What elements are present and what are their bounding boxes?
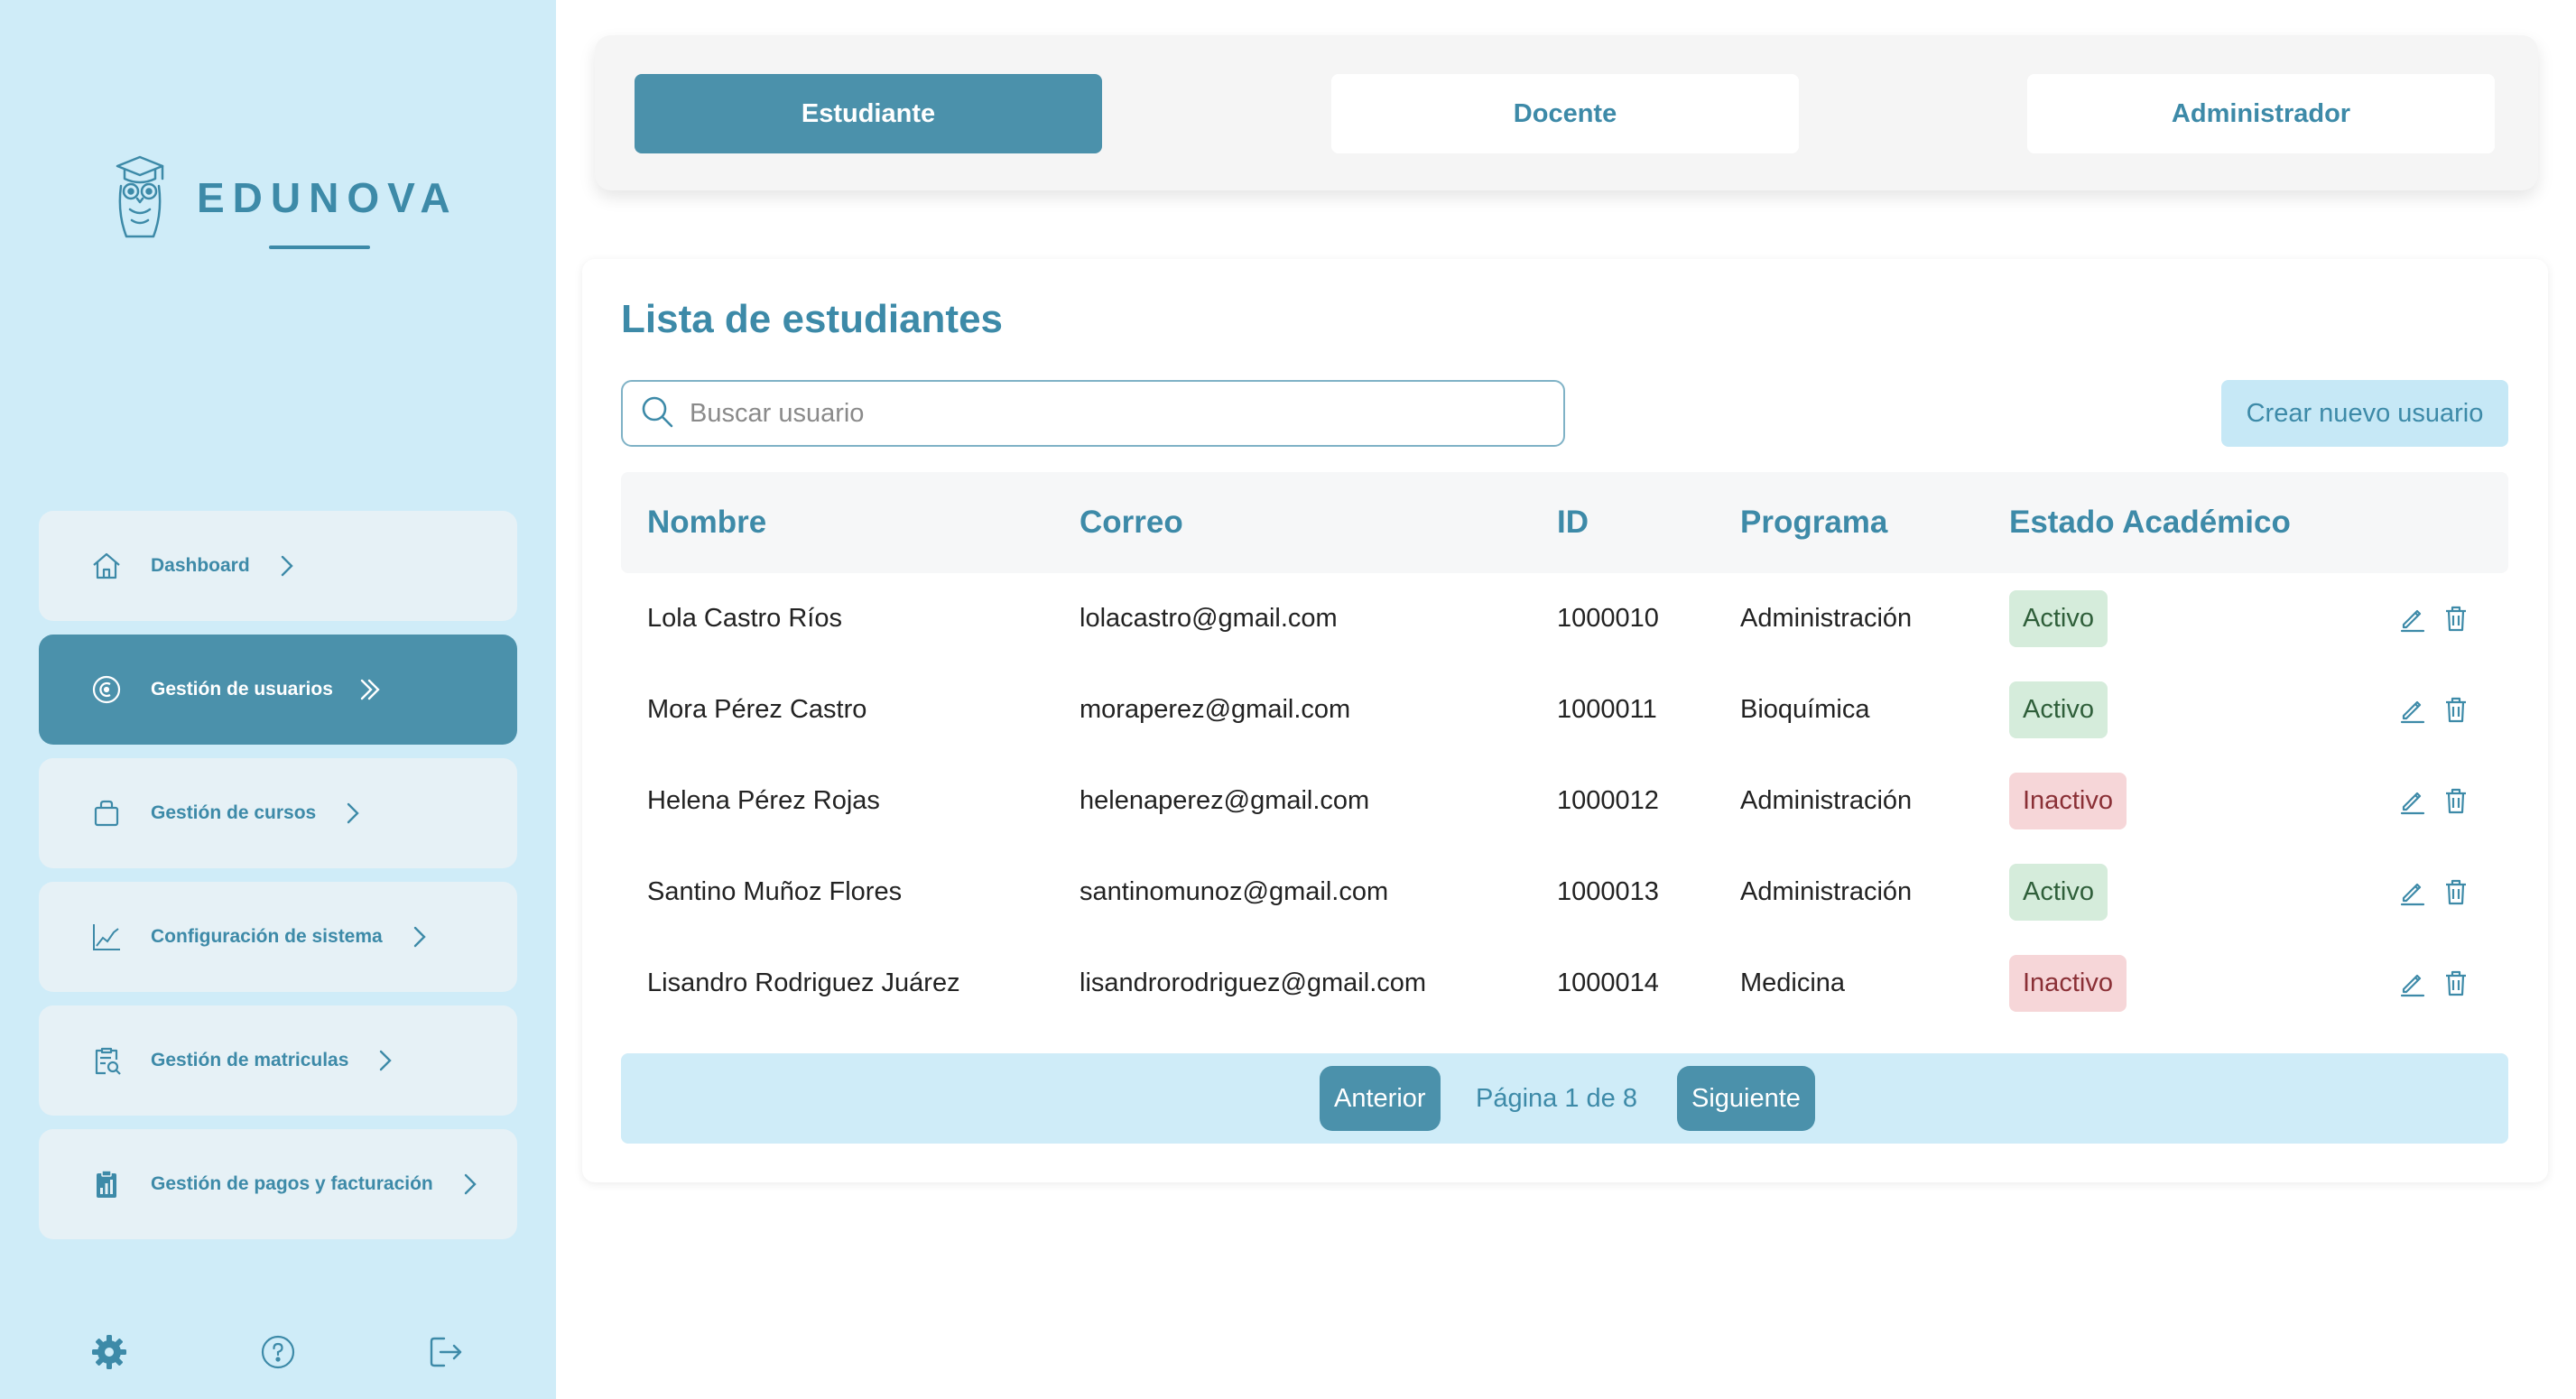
cell-name: Mora Pérez Castro	[647, 695, 867, 724]
brand-underline	[269, 246, 370, 249]
cell-program: Administración	[1740, 604, 1913, 633]
table-row: Santino Muñoz Flores santinomunoz@gmail.…	[621, 847, 2508, 938]
chevron-right-icon	[375, 1047, 397, 1074]
column-header-email[interactable]: Correo	[1080, 472, 1183, 573]
sidebar-item-label: Gestión de usuarios	[151, 679, 333, 700]
pagination: Anterior Página 1 de 8 Siguiente	[621, 1053, 2508, 1144]
column-header-status[interactable]: Estado Académico	[2009, 472, 2291, 573]
cell-name: Helena Pérez Rojas	[647, 786, 880, 815]
sidebar-item-courses[interactable]: Gestión de cursos	[39, 758, 517, 868]
table-row: Helena Pérez Rojas helenaperez@gmail.com…	[621, 755, 2508, 847]
column-header-program[interactable]: Programa	[1740, 472, 1887, 573]
tab-docente[interactable]: Docente	[1331, 74, 1799, 153]
trash-icon[interactable]	[2441, 603, 2471, 634]
line-chart-icon	[89, 920, 124, 954]
cell-id: 1000011	[1557, 695, 1657, 724]
users-circle-icon	[89, 672, 124, 707]
cell-program: Administración	[1740, 877, 1913, 906]
students-table: Nombre Correo ID Programa Estado Académi…	[621, 472, 2508, 1029]
sidebar-item-users[interactable]: Gestión de usuarios	[39, 635, 517, 745]
sidebar: EDUNOVA Dashboard Gestión de usuarios Ge…	[0, 0, 556, 1399]
edit-icon[interactable]	[2397, 968, 2428, 998]
table-row: Mora Pérez Castro moraperez@gmail.com 10…	[621, 664, 2508, 755]
chevron-right-icon	[277, 552, 299, 579]
bag-icon	[89, 796, 124, 830]
cell-name: Lisandro Rodriguez Juárez	[647, 968, 960, 997]
tab-administrador[interactable]: Administrador	[2027, 74, 2495, 153]
sidebar-item-label: Configuración de sistema	[151, 926, 383, 947]
chevron-right-icon	[410, 923, 431, 950]
search-icon	[639, 394, 675, 434]
trash-icon[interactable]	[2441, 968, 2471, 998]
cell-name: Lola Castro Ríos	[647, 604, 842, 633]
edit-icon[interactable]	[2397, 876, 2428, 907]
chevron-right-icon	[343, 800, 365, 827]
next-page-button[interactable]: Siguiente	[1677, 1066, 1815, 1131]
status-badge: Inactivo	[2009, 955, 2127, 1012]
logout-icon[interactable]	[426, 1332, 466, 1372]
help-circle-icon[interactable]	[258, 1332, 298, 1372]
billing-clipboard-icon	[89, 1167, 124, 1201]
tab-estudiante[interactable]: Estudiante	[635, 74, 1102, 153]
edit-icon[interactable]	[2397, 694, 2428, 725]
cell-email: santinomunoz@gmail.com	[1080, 877, 1389, 906]
status-badge: Activo	[2009, 590, 2108, 647]
owl-graduate-icon	[116, 155, 164, 238]
cell-email: helenaperez@gmail.com	[1080, 786, 1370, 815]
sidebar-nav: Dashboard Gestión de usuarios Gestión de…	[39, 511, 517, 1253]
cell-id: 1000010	[1557, 604, 1659, 633]
double-chevron-right-icon	[360, 676, 382, 703]
page-title: Lista de estudiantes	[621, 297, 1004, 341]
trash-icon[interactable]	[2441, 876, 2471, 907]
column-header-id[interactable]: ID	[1557, 472, 1589, 573]
search-box[interactable]	[621, 380, 1565, 447]
trash-icon[interactable]	[2441, 785, 2471, 816]
edit-icon[interactable]	[2397, 603, 2428, 634]
cell-program: Medicina	[1740, 968, 1846, 997]
cell-id: 1000013	[1557, 877, 1659, 906]
sidebar-item-system-config[interactable]: Configuración de sistema	[39, 882, 517, 992]
page-indicator: Página 1 de 8	[1476, 1084, 1637, 1113]
prev-page-button[interactable]: Anterior	[1320, 1066, 1441, 1131]
sidebar-footer	[0, 1325, 556, 1379]
cell-program: Administración	[1740, 786, 1913, 815]
trash-icon[interactable]	[2441, 694, 2471, 725]
cell-name: Santino Muñoz Flores	[647, 877, 903, 906]
settings-gear-icon[interactable]	[89, 1332, 129, 1372]
search-input[interactable]	[690, 398, 1502, 429]
table-row: Lisandro Rodriguez Juárez lisandrorodrig…	[621, 938, 2508, 1029]
cell-id: 1000012	[1557, 786, 1659, 815]
table-row: Lola Castro Ríos lolacastro@gmail.com 10…	[621, 573, 2508, 664]
sidebar-item-label: Gestión de cursos	[151, 802, 317, 823]
sidebar-item-dashboard[interactable]: Dashboard	[39, 511, 517, 621]
role-selector: Estudiante Docente Administrador	[595, 35, 2538, 190]
cell-program: Bioquímica	[1740, 695, 1870, 724]
sidebar-item-billing[interactable]: Gestión de pagos y facturación	[39, 1129, 517, 1239]
brand-logo[interactable]: EDUNOVA	[112, 150, 450, 249]
sidebar-item-label: Dashboard	[151, 555, 250, 576]
students-card: Lista de estudiantes Crear nuevo usuario…	[582, 259, 2548, 1182]
status-badge: Activo	[2009, 681, 2108, 738]
edit-icon[interactable]	[2397, 785, 2428, 816]
brand-wordmark: EDUNOVA	[197, 173, 459, 249]
home-icon	[89, 549, 124, 583]
cell-email: lisandrorodriguez@gmail.com	[1080, 968, 1427, 997]
cell-email: lolacastro@gmail.com	[1080, 604, 1338, 633]
column-header-name[interactable]: Nombre	[647, 472, 766, 573]
status-badge: Inactivo	[2009, 773, 2127, 829]
cell-id: 1000014	[1557, 968, 1659, 997]
chevron-right-icon	[460, 1171, 482, 1198]
sidebar-item-label: Gestión de pagos y facturación	[151, 1173, 433, 1194]
table-header: Nombre Correo ID Programa Estado Académi…	[621, 472, 2508, 573]
status-badge: Activo	[2009, 864, 2108, 921]
create-user-button[interactable]: Crear nuevo usuario	[2221, 380, 2508, 447]
brand-name: EDUNOVA	[197, 174, 459, 221]
sidebar-item-enrollments[interactable]: Gestión de matriculas	[39, 1005, 517, 1116]
clipboard-search-icon	[89, 1043, 124, 1078]
sidebar-item-label: Gestión de matriculas	[151, 1050, 349, 1070]
cell-email: moraperez@gmail.com	[1080, 695, 1351, 724]
